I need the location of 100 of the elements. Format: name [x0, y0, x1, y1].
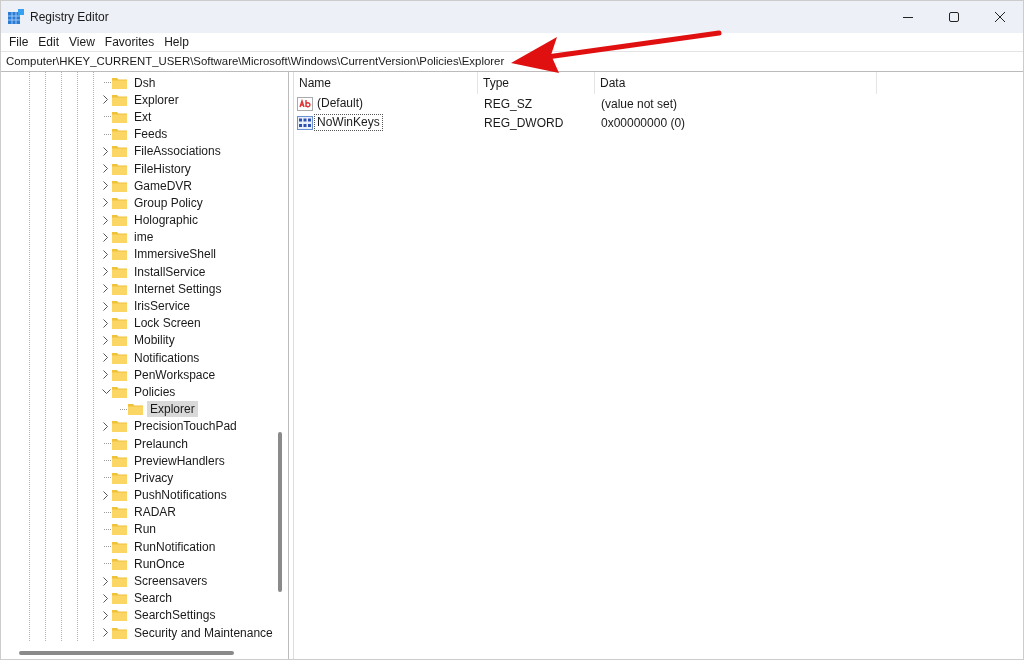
- folder-icon: [111, 591, 128, 606]
- folder-icon: [111, 367, 128, 382]
- folder-icon: [111, 178, 128, 193]
- maximize-icon[interactable]: [949, 12, 959, 22]
- horizontal-scrollbar[interactable]: [19, 651, 234, 655]
- close-icon[interactable]: [995, 12, 1005, 22]
- folder-icon: [111, 230, 128, 245]
- chevron-right-icon[interactable]: [103, 301, 109, 311]
- tree-item[interactable]: Security and Maintenance: [131, 624, 276, 641]
- menu-item[interactable]: Edit: [33, 35, 65, 49]
- tree-item[interactable]: RunNotification: [131, 538, 219, 555]
- tree-item[interactable]: Internet Settings: [131, 280, 225, 297]
- value-data: 0x00000000 (0): [600, 115, 687, 130]
- chevron-right-icon[interactable]: [103, 146, 109, 156]
- vertical-scrollbar[interactable]: [278, 432, 282, 592]
- tree-item[interactable]: Notifications: [131, 349, 203, 366]
- value-name[interactable]: (Default): [314, 95, 366, 112]
- tree-item[interactable]: GameDVR: [131, 177, 195, 194]
- menu-item[interactable]: View: [64, 35, 100, 49]
- chevron-right-icon[interactable]: [103, 267, 109, 277]
- tree-item[interactable]: Run: [131, 521, 159, 538]
- chevron-right-icon[interactable]: [103, 576, 109, 586]
- menu-item[interactable]: Favorites: [99, 35, 160, 49]
- chevron-right-icon[interactable]: [103, 610, 109, 620]
- chevron-right-icon[interactable]: [103, 164, 109, 174]
- chevron-right-icon[interactable]: [103, 353, 109, 363]
- address-field[interactable]: Computer\HKEY_CURRENT_USER\Software\Microsoft\Windows\CurrentVersion\Policies\Explorer: [1, 52, 510, 71]
- folder-icon: [111, 92, 128, 107]
- tree-item[interactable]: SearchSettings: [131, 607, 219, 624]
- chevron-right-icon[interactable]: [103, 421, 109, 431]
- window-title: Registry Editor: [30, 10, 109, 24]
- folder-icon: [111, 539, 128, 554]
- tree-item[interactable]: Dsh: [131, 74, 159, 91]
- folder-icon: [127, 402, 144, 417]
- chevron-right-icon[interactable]: [103, 318, 109, 328]
- folder-icon: [111, 470, 128, 485]
- column-header[interactable]: Data: [595, 72, 877, 94]
- tree-item[interactable]: FileHistory: [131, 160, 194, 177]
- chevron-right-icon[interactable]: [103, 284, 109, 294]
- column-header[interactable]: Name: [294, 72, 478, 94]
- folder-icon: [111, 384, 128, 399]
- chevron-right-icon[interactable]: [103, 215, 109, 225]
- folder-icon: [111, 574, 128, 589]
- tree-item[interactable]: Holographic: [131, 212, 202, 229]
- folder-icon: [111, 75, 128, 90]
- tree-item[interactable]: Privacy: [131, 469, 177, 486]
- menu-item[interactable]: Help: [159, 35, 194, 49]
- folder-icon: [111, 161, 128, 176]
- registry-app-icon: [8, 9, 24, 25]
- tree-item[interactable]: IrisService: [131, 298, 193, 315]
- chevron-right-icon[interactable]: [103, 335, 109, 345]
- folder-icon: [111, 625, 128, 640]
- tree-item[interactable]: Explorer: [131, 91, 182, 108]
- tree-item[interactable]: PushNotifications: [131, 487, 230, 504]
- chevron-right-icon[interactable]: [103, 198, 109, 208]
- chevron-right-icon[interactable]: [103, 95, 109, 105]
- tree-item[interactable]: Screensavers: [131, 573, 211, 590]
- tree-item[interactable]: Lock Screen: [131, 315, 204, 332]
- folder-icon: [111, 264, 128, 279]
- tree-item[interactable]: RunOnce: [131, 555, 188, 572]
- folder-icon: [111, 281, 128, 296]
- tree-item[interactable]: PenWorkspace: [131, 366, 219, 383]
- tree-item[interactable]: Policies: [131, 383, 179, 400]
- folder-icon: [111, 299, 128, 314]
- tree-item[interactable]: InstallService: [131, 263, 209, 280]
- folder-icon: [111, 109, 128, 124]
- folder-icon: [111, 419, 128, 434]
- tree-item[interactable]: ime: [131, 229, 157, 246]
- chevron-right-icon[interactable]: [103, 232, 109, 242]
- folder-icon: [111, 316, 128, 331]
- tree-item[interactable]: FileAssociations: [131, 143, 224, 160]
- tree-item[interactable]: Group Policy: [131, 194, 206, 211]
- value-type: REG_DWORD: [483, 115, 565, 130]
- string-value-icon: [297, 96, 313, 111]
- tree-item[interactable]: Feeds: [131, 126, 171, 143]
- chevron-right-icon[interactable]: [103, 628, 109, 638]
- tree-item[interactable]: Search: [131, 590, 176, 607]
- chevron-right-icon[interactable]: [103, 593, 109, 603]
- folder-icon: [111, 453, 128, 468]
- folder-icon: [111, 127, 128, 142]
- menu-item[interactable]: File: [4, 35, 34, 49]
- chevron-down-icon[interactable]: [101, 388, 111, 395]
- chevron-right-icon[interactable]: [103, 370, 109, 380]
- folder-icon: [111, 144, 128, 159]
- tree-item[interactable]: Mobility: [131, 332, 178, 349]
- tree-item[interactable]: Explorer: [147, 401, 198, 418]
- folder-icon: [111, 505, 128, 520]
- binary-value-icon: [297, 115, 313, 130]
- tree-item[interactable]: PrecisionTouchPad: [131, 418, 240, 435]
- tree-item[interactable]: Ext: [131, 108, 155, 125]
- chevron-right-icon[interactable]: [103, 181, 109, 191]
- chevron-right-icon[interactable]: [103, 249, 109, 259]
- value-data: (value not set): [600, 96, 679, 111]
- tree-item[interactable]: Prelaunch: [131, 435, 192, 452]
- tree-item[interactable]: ImmersiveShell: [131, 246, 220, 263]
- tree-item[interactable]: PreviewHandlers: [131, 452, 228, 469]
- chevron-right-icon[interactable]: [103, 490, 109, 500]
- tree-item[interactable]: RADAR: [131, 504, 179, 521]
- folder-icon: [111, 556, 128, 571]
- value-name[interactable]: NoWinKeys: [314, 114, 383, 131]
